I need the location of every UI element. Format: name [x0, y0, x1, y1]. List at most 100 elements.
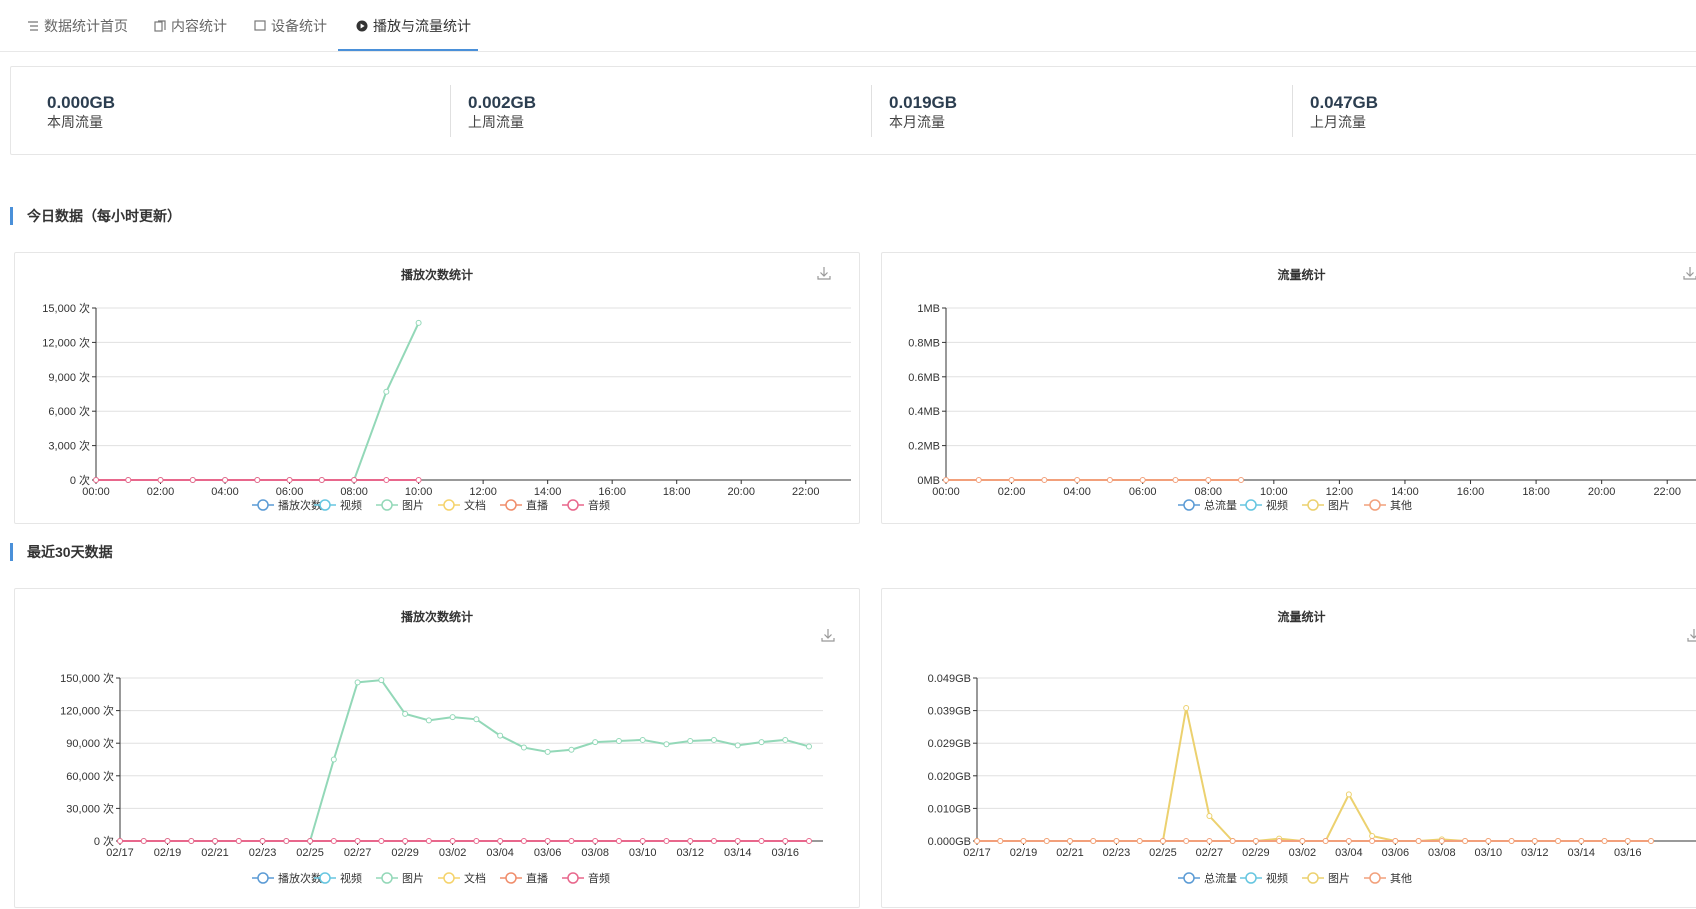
legend-label: 视频 [1266, 871, 1288, 885]
data-point [997, 838, 1004, 844]
x-tick-label: 03/14 [1568, 847, 1596, 859]
data-point [235, 838, 242, 844]
x-tick-label: 03/06 [1382, 847, 1410, 859]
x-tick-label: 06:00 [1129, 486, 1157, 498]
data-point [1205, 477, 1212, 483]
y-tick-label: 0.039GB [928, 706, 971, 718]
legend-item[interactable]: 图片 [376, 872, 424, 885]
x-tick-label: 03/02 [439, 847, 467, 859]
legend-marker [1307, 499, 1319, 511]
legend-item[interactable]: 视频 [1240, 498, 1288, 512]
legend-item[interactable]: 直播 [500, 498, 548, 512]
data-point [125, 477, 132, 483]
data-point [1508, 838, 1515, 844]
data-point [663, 838, 670, 844]
data-point [974, 838, 980, 844]
x-tick-label: 03/02 [1289, 847, 1317, 859]
legend-item[interactable]: 总流量 [1178, 871, 1237, 885]
x-tick-label: 03/06 [534, 847, 562, 859]
x-tick-label: 02/29 [391, 847, 419, 859]
data-point [164, 838, 171, 844]
chart-plot: 0MB0.2MB0.4MB0.6MB0.8MB1MB00:00 02:00 04:0… [908, 303, 1696, 512]
legend-label: 文档 [464, 871, 486, 885]
x-tick-label: 02/19 [1010, 847, 1038, 859]
legend-item[interactable]: 音频 [562, 498, 610, 512]
legend-item[interactable]: 直播 [500, 871, 548, 885]
stat-last-month: 0.047GB 上月流量 [1310, 93, 1378, 131]
x-tick-label: 08:00 [1194, 486, 1222, 498]
stat-value: 0.000GB [47, 93, 116, 112]
data-point [1074, 477, 1081, 483]
stat-label: 本周流量 [47, 114, 103, 130]
x-tick-label: 02/19 [154, 847, 182, 859]
legend-marker [1245, 499, 1257, 511]
data-point [1415, 838, 1422, 844]
y-tick-label: 0.8MB [908, 337, 940, 349]
active-tab-indicator [338, 49, 478, 51]
x-tick-label: 04:00 [211, 486, 239, 498]
legend-item[interactable]: 文档 [438, 871, 486, 885]
legend-item[interactable]: 图片 [1302, 499, 1350, 512]
legend-marker [567, 872, 579, 884]
data-point [425, 717, 432, 724]
legend-item[interactable]: 图片 [376, 499, 424, 512]
x-tick-label: 02/21 [1056, 847, 1084, 859]
data-point [687, 738, 694, 745]
data-point [943, 477, 949, 483]
data-point [283, 838, 290, 844]
tab-data-home[interactable]: 数据统计首页 [27, 0, 128, 52]
x-tick-label: 03/04 [486, 847, 514, 859]
tab-device-stats[interactable]: 设备统计 [254, 0, 327, 52]
data-point [1139, 477, 1146, 483]
data-point [663, 741, 670, 748]
tab-bar: 数据统计首页 内容统计 设备统计 播放与流量统计 [0, 0, 1696, 52]
data-point [1206, 813, 1213, 820]
legend-label: 视频 [340, 871, 362, 885]
data-point [1438, 838, 1445, 844]
data-point [188, 838, 195, 844]
legend-label: 图片 [1328, 872, 1350, 885]
legend-item[interactable]: 音频 [562, 871, 610, 885]
legend-item[interactable]: 总流量 [1178, 498, 1237, 512]
data-point [520, 744, 527, 751]
data-point [354, 838, 361, 844]
traffic-summary-panel: 0.000GB 本周流量 0.002GB 上周流量 0.019GB 本月流量 0… [10, 66, 1696, 155]
x-tick-label: 03/10 [629, 847, 657, 859]
legend-item[interactable]: 文档 [438, 498, 486, 512]
x-tick-label: 22:00 [1653, 486, 1681, 498]
legend-marker [1245, 872, 1257, 884]
data-point [782, 736, 789, 743]
x-tick-label: 02/25 [296, 847, 324, 859]
stat-this-month: 0.019GB 本月流量 [889, 93, 957, 131]
data-point [473, 838, 480, 844]
y-tick-label: 9,000 次 [48, 370, 90, 384]
data-point [592, 739, 599, 746]
legend-item[interactable]: 其他 [1364, 872, 1412, 885]
data-point [1462, 838, 1469, 844]
legend-label: 直播 [526, 871, 548, 885]
data-point [568, 746, 575, 753]
x-tick-label: 02/23 [1103, 847, 1131, 859]
legend-item[interactable]: 其他 [1364, 499, 1412, 512]
x-tick-label: 22:00 [792, 486, 820, 498]
legend-item[interactable]: 视频 [1240, 871, 1288, 885]
data-point [1020, 838, 1027, 844]
data-point [806, 743, 812, 750]
data-point [1276, 838, 1283, 844]
y-tick-label: 0.029GB [928, 738, 971, 750]
data-point [639, 838, 646, 844]
data-point [1183, 704, 1190, 711]
data-point [1299, 838, 1306, 844]
tab-content-stats[interactable]: 内容统计 [154, 0, 227, 52]
legend-item[interactable]: 图片 [1302, 872, 1350, 885]
legend-item[interactable]: 播放次数 [252, 871, 322, 885]
section-title-today: 今日数据（每小时更新） [10, 207, 181, 225]
legend-item[interactable]: 播放次数 [252, 498, 322, 512]
data-point [140, 838, 147, 844]
x-tick-label: 02/25 [1149, 847, 1177, 859]
y-tick-label: 60,000 次 [66, 769, 114, 783]
stat-label: 上月流量 [1310, 114, 1366, 130]
tab-play-traffic-stats[interactable]: 播放与流量统计 [356, 0, 471, 52]
legend-label: 视频 [340, 498, 362, 512]
tab-label: 播放与流量统计 [373, 18, 471, 34]
